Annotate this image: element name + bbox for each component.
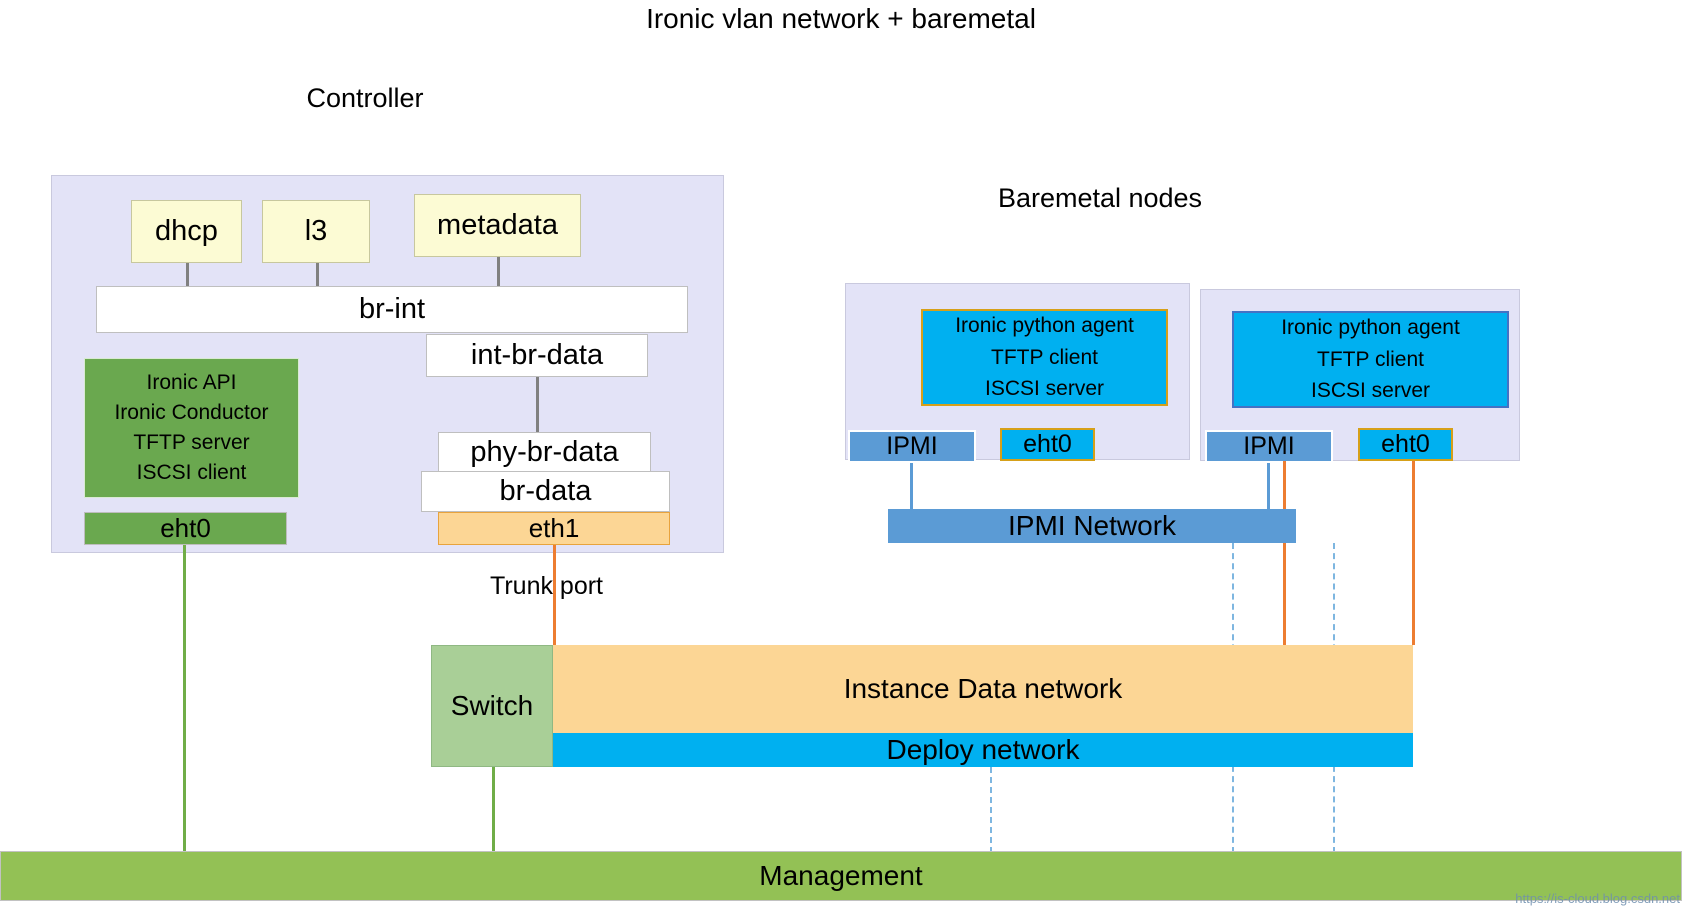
- deploy-network-bar[interactable]: Deploy network: [553, 733, 1413, 767]
- ipmi-network-bar[interactable]: IPMI Network: [888, 509, 1296, 543]
- connector-node2-eht0-to-data-network: [1412, 461, 1415, 645]
- node-1-port-ipmi[interactable]: IPMI: [848, 430, 976, 463]
- watermark-text: https://is-cloud.blog.csdn.net: [1515, 891, 1680, 906]
- connector-intbrdata-to-phybrdata: [536, 377, 539, 433]
- instance-data-network-bar[interactable]: Instance Data network: [553, 645, 1413, 733]
- node-2-agent-line-2: TFTP client: [1317, 347, 1424, 371]
- connector-deploy-management-dashed: [990, 767, 992, 853]
- bridge-int-br-data[interactable]: int-br-data: [426, 334, 648, 377]
- node-1-agent-line-1: Ironic python agent: [955, 314, 1134, 338]
- connector-metadata-to-brint: [497, 257, 500, 287]
- connector-eht0-to-management: [183, 545, 186, 853]
- node-1-port-eht0[interactable]: eht0: [1000, 428, 1095, 461]
- management-network-bar[interactable]: Management: [0, 851, 1682, 901]
- controller-port-eth1[interactable]: eth1: [438, 512, 670, 545]
- node-2-port-ipmi[interactable]: IPMI: [1205, 430, 1333, 463]
- node-2-port-eht0[interactable]: eht0: [1358, 428, 1453, 461]
- trunk-port-label: Trunk port: [490, 572, 604, 600]
- baremetal-section-title: Baremetal nodes: [997, 183, 1203, 213]
- connector-dhcp-to-brint: [186, 263, 189, 287]
- node-1-agent-line-3: ISCSI server: [984, 377, 1105, 401]
- node-2-agent-line-3: ISCSI server: [1310, 379, 1431, 403]
- node-2-agent-line-1: Ironic python agent: [1281, 316, 1460, 340]
- controller-section-title: Controller: [306, 83, 424, 113]
- service-line-ironic-api: Ironic API: [146, 371, 237, 395]
- connector-eth1-to-switch: [553, 545, 556, 646]
- ironic-services-box: Ironic API Ironic Conductor TFTP server …: [84, 358, 299, 498]
- service-line-iscsi-client: ISCSI client: [136, 460, 247, 484]
- node-2-agent-box: Ironic python agent TFTP client ISCSI se…: [1232, 311, 1509, 408]
- connector-switch-to-management: [492, 767, 495, 853]
- connector-node2-ipmi-to-ipmi-network: [1267, 463, 1270, 509]
- bridge-br-int[interactable]: br-int: [96, 286, 688, 333]
- agent-box-l3[interactable]: l3: [262, 200, 370, 263]
- service-line-ironic-conductor: Ironic Conductor: [114, 401, 269, 425]
- connector-node1-eht0-to-data-network: [1283, 461, 1286, 645]
- switch-box[interactable]: Switch: [431, 645, 553, 767]
- node-1-agent-line-2: TFTP client: [991, 345, 1098, 369]
- bridge-phy-br-data[interactable]: phy-br-data: [438, 432, 651, 473]
- bridge-br-data[interactable]: br-data: [421, 471, 670, 512]
- controller-port-eht0[interactable]: eht0: [84, 512, 287, 545]
- page-title: Ironic vlan network + baremetal: [646, 3, 1036, 34]
- agent-box-dhcp[interactable]: dhcp: [131, 200, 242, 263]
- agent-box-metadata[interactable]: metadata: [414, 194, 581, 257]
- connector-l3-to-brint: [316, 263, 319, 287]
- service-line-tftp-server: TFTP server: [133, 431, 250, 454]
- node-1-agent-box: Ironic python agent TFTP client ISCSI se…: [921, 309, 1168, 406]
- connector-node1-ipmi-to-ipmi-network: [910, 463, 913, 509]
